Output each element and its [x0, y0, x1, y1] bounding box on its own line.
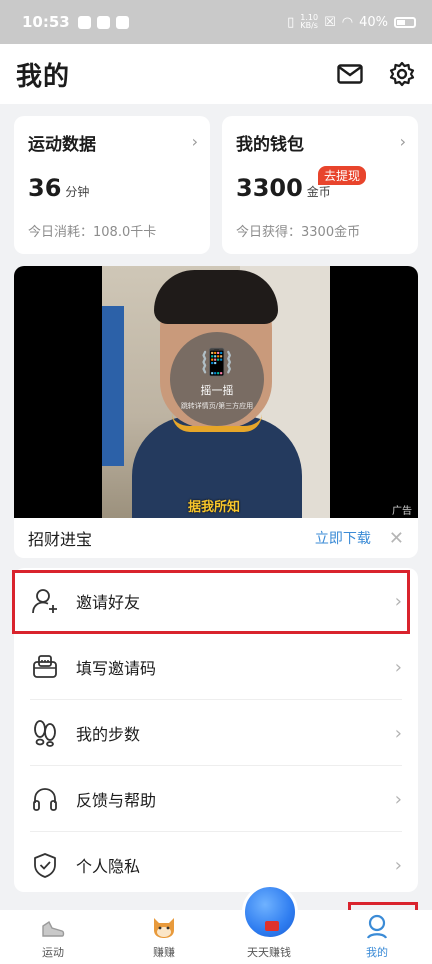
- status-bar: 10:53 ▯ 1.10 KB/s ☒ ◠ 40%: [0, 0, 432, 44]
- tiktok-notification-icon: [115, 15, 129, 29]
- ad-app-name: 招财进宝: [28, 530, 93, 549]
- sport-minutes: 36 分钟: [28, 174, 89, 202]
- chevron-right-icon: ›: [394, 722, 402, 744]
- menu-item-label: 反馈与帮助: [76, 791, 157, 810]
- sport-card-title: 运动数据: [28, 135, 96, 155]
- wallet-coins-unit: 金币: [306, 185, 331, 199]
- shiba-icon: [121, 910, 207, 940]
- settings-menu: 邀请好友 › 填写邀请码 › 我的步数 › 反馈与帮助 › 个人隐私 ›: [14, 568, 418, 892]
- sport-minutes-value: 36: [28, 174, 62, 202]
- sport-card-subtitle: 今日消耗：108.0千卡: [28, 225, 157, 240]
- tab-label: 天天赚钱: [247, 946, 291, 959]
- sport-minutes-unit: 分钟: [65, 185, 90, 199]
- shake-title: 摇一摇: [200, 384, 234, 397]
- menu-item-my-steps[interactable]: 我的步数 ›: [14, 700, 418, 766]
- wallet-coins-value: 3300: [236, 174, 303, 202]
- battery-icon: [394, 16, 416, 28]
- page-header: 我的: [0, 44, 432, 104]
- mail-notification-icon: [96, 15, 110, 29]
- vibrate-icon: ▯: [287, 14, 295, 30]
- wifi-icon: ◠: [341, 14, 354, 30]
- menu-item-privacy[interactable]: 个人隐私 ›: [14, 832, 418, 898]
- menu-item-feedback-help[interactable]: 反馈与帮助 ›: [14, 766, 418, 832]
- menu-item-label: 填写邀请码: [76, 659, 157, 678]
- battery-percent: 40%: [359, 14, 388, 30]
- shoe-icon: [10, 910, 96, 940]
- withdraw-badge[interactable]: 去提现: [318, 166, 367, 185]
- mail-icon[interactable]: [336, 60, 364, 88]
- chevron-right-icon: ›: [394, 788, 402, 810]
- bottom-tab-bar: 运动 赚赚 天天赚钱 我的: [0, 910, 432, 964]
- app-notification-icon: [77, 15, 91, 29]
- red-envelope-icon: [265, 921, 279, 931]
- wallet-card-title: 我的钱包: [236, 135, 304, 155]
- menu-item-label: 我的步数: [76, 725, 141, 744]
- sim-icon: ☒: [324, 14, 336, 30]
- chevron-right-icon: ›: [394, 854, 402, 876]
- tab-sport[interactable]: 运动: [10, 910, 96, 964]
- net-speed: 1.10 KB/s: [300, 14, 318, 30]
- sport-data-card[interactable]: 运动数据 › 36 分钟 今日消耗：108.0千卡: [14, 116, 210, 254]
- money-ball-icon[interactable]: [242, 884, 298, 940]
- ad-label: 广告: [392, 506, 412, 517]
- menu-item-enter-invite-code[interactable]: 填写邀请码 ›: [14, 634, 418, 700]
- shake-phone-icon: 📳: [200, 348, 234, 378]
- chevron-right-icon: ›: [394, 656, 402, 678]
- ad-download-button[interactable]: 立即下载: [315, 528, 371, 548]
- close-icon[interactable]: ✕: [389, 528, 404, 549]
- wallet-coins: 3300 金币: [236, 174, 331, 202]
- tab-label: 运动: [42, 946, 64, 959]
- chevron-right-icon: ›: [394, 590, 402, 612]
- shield-check-icon: [30, 850, 60, 880]
- tab-label: 我的: [366, 946, 388, 959]
- status-time: 10:53: [22, 13, 70, 31]
- menu-item-label: 个人隐私: [76, 857, 141, 876]
- header-actions: [336, 60, 416, 88]
- footprints-icon: [30, 718, 60, 748]
- wallet-card[interactable]: 我的钱包 › 3300 金币 去提现 今日获得：3300金币: [222, 116, 418, 254]
- page-title: 我的: [16, 61, 71, 92]
- net-speed-unit: KB/s: [300, 21, 318, 30]
- tab-earn[interactable]: 赚赚: [121, 910, 207, 964]
- chevron-right-icon: ›: [399, 132, 406, 151]
- ad-card[interactable]: 📳 摇一摇 跳转详情页/第三方应用 据我所知 广告 招财进宝 立即下载 ✕: [14, 266, 418, 558]
- invite-code-icon: [30, 652, 60, 682]
- ad-person-hair: [154, 270, 278, 324]
- menu-item-invite-friends[interactable]: 邀请好友 ›: [14, 568, 418, 634]
- status-right: ▯ 1.10 KB/s ☒ ◠ 40%: [287, 14, 416, 30]
- gear-icon[interactable]: [388, 60, 416, 88]
- ad-background-art: [102, 306, 124, 466]
- chevron-right-icon: ›: [191, 132, 198, 151]
- ad-subtitle-caption: 据我所知: [188, 500, 241, 515]
- ad-video[interactable]: 📳 摇一摇 跳转详情页/第三方应用 据我所知 广告: [14, 266, 418, 518]
- add-user-icon: [30, 586, 60, 616]
- headphones-icon: [30, 784, 60, 814]
- shake-subtitle: 跳转详情页/第三方应用: [180, 402, 254, 410]
- profile-icon: [334, 910, 420, 940]
- menu-item-label: 邀请好友: [76, 593, 141, 612]
- ad-bar: 招财进宝 立即下载 ✕: [14, 518, 418, 558]
- tab-label: 赚赚: [153, 946, 175, 959]
- shake-prompt[interactable]: 📳 摇一摇 跳转详情页/第三方应用: [170, 332, 264, 426]
- wallet-card-subtitle: 今日获得：3300金币: [236, 225, 361, 240]
- tab-mine[interactable]: 我的: [334, 910, 420, 964]
